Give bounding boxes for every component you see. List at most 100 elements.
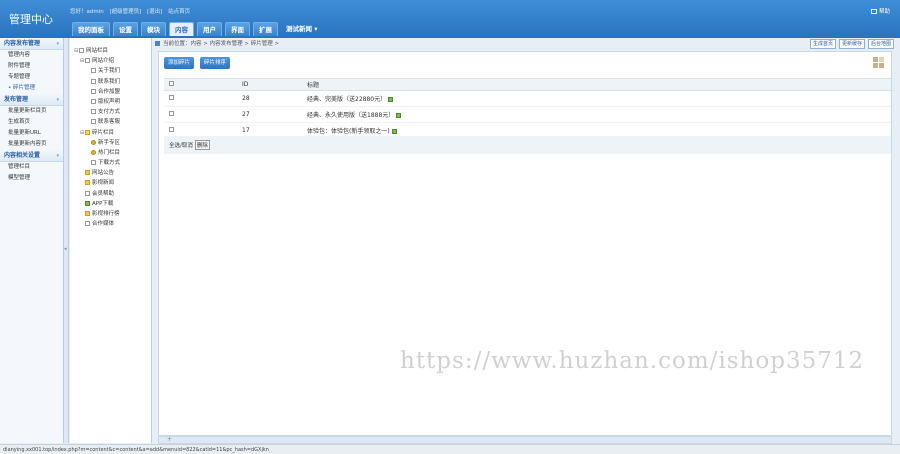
main-nav: 我的面板 设置 模块 内容 用户 界面 扩展 测试新闻 ▾ <box>72 22 323 36</box>
row-checkbox[interactable] <box>169 127 174 132</box>
dot-node-icon <box>91 139 96 145</box>
delete-button[interactable]: 删除 <box>194 140 210 150</box>
user-greeting: 您好！admin <box>70 9 104 15</box>
menu-item[interactable]: 批量更新栏目页 <box>0 106 63 117</box>
nav-tab-3[interactable]: 内容 <box>169 22 194 36</box>
edit-icon[interactable] <box>396 113 402 118</box>
tool-buttons: 生成首页 更新缓存 后台地图 <box>809 39 894 49</box>
row-checkbox[interactable] <box>169 111 174 116</box>
row-id: 28 <box>242 95 250 102</box>
watermark: https://www.huzhan.com/ishop35712 <box>400 348 865 374</box>
home-icon <box>155 41 160 46</box>
tree-node[interactable]: 下载方式 <box>70 158 151 168</box>
nav-tab-2[interactable]: 模块 <box>141 22 166 36</box>
nav-tab-6[interactable]: 扩展 <box>253 22 278 36</box>
header-id: ID <box>242 81 249 88</box>
nav-tab-5[interactable]: 界面 <box>225 22 250 36</box>
tree-node[interactable]: 影视新闻 <box>70 178 151 188</box>
menu-item[interactable]: • 碎片管理 <box>0 83 63 94</box>
user-role: [超级管理员] <box>109 9 142 15</box>
tree-node[interactable]: APP下载 <box>70 199 151 209</box>
logout-link[interactable]: [退出] <box>147 9 162 15</box>
menu-section-0[interactable]: 内容发布管理 ▾ <box>0 38 63 50</box>
breadcrumb: 当前位置：内容 > 内容发布管理 > 碎片管理 > <box>155 39 895 50</box>
menu-item[interactable]: 批量更新内容页 <box>0 139 63 150</box>
user-bar: 您好！admin [超级管理员] [退出] 站点首页 <box>70 7 194 15</box>
grid-view-icon[interactable] <box>873 57 884 68</box>
page-node-icon <box>91 109 96 115</box>
menu-item[interactable]: 专题管理 <box>0 72 63 83</box>
page-node-icon <box>85 221 90 227</box>
img-node-icon <box>85 200 90 206</box>
tree-node[interactable]: 热门栏目 <box>70 148 151 158</box>
chevron-down-icon: ▾ <box>56 97 59 103</box>
chevron-down-icon: ▾ <box>56 41 59 47</box>
page-node-icon <box>91 88 96 94</box>
page-node-icon <box>91 119 96 125</box>
tree-node[interactable]: ⊟ 碎片栏目 <box>70 128 151 138</box>
tree-node[interactable]: 网站公告 <box>70 168 151 178</box>
menu-item[interactable]: 管理内容 <box>0 50 63 61</box>
nav-tab-4[interactable]: 用户 <box>197 22 222 36</box>
page-node-icon <box>85 190 90 196</box>
row-title[interactable]: 经典、永久使用版（送1888元） <box>307 112 394 119</box>
tree-node[interactable]: ⊟ 网站栏目 <box>70 46 151 56</box>
tree-node[interactable]: 联系客服 <box>70 117 151 127</box>
page-node-icon <box>91 68 96 74</box>
site-home-link[interactable]: 站点首页 <box>168 9 190 15</box>
chevron-down-icon: ▾ <box>56 153 59 159</box>
nav-tab-7[interactable]: 测试新闻 ▾ <box>281 22 323 36</box>
top-header: 管理中心 您好！admin [超级管理员] [退出] 站点首页 帮助 我的面板设… <box>0 0 900 38</box>
sort-block-button[interactable]: 碎片排序 <box>200 57 231 69</box>
tree-node[interactable]: 版权声明 <box>70 97 151 107</box>
folder-node-icon <box>85 180 90 186</box>
menu-item[interactable]: 附件管理 <box>0 61 63 72</box>
edit-icon[interactable] <box>388 97 394 102</box>
menu-section-2[interactable]: 内容相关设置 ▾ <box>0 150 63 162</box>
menu-item[interactable]: 生成首页 <box>0 117 63 128</box>
tree-node[interactable]: 联系我们 <box>70 77 151 87</box>
tree-node[interactable]: 影视排行榜 <box>70 209 151 219</box>
generate-home-button[interactable]: 生成首页 <box>809 39 836 49</box>
folder-node-icon <box>85 211 90 216</box>
menu-item[interactable]: 模型管理 <box>0 173 63 184</box>
header-title: 标题 <box>307 82 320 89</box>
add-tab-icon[interactable]: + <box>167 436 172 443</box>
row-checkbox[interactable] <box>169 95 174 100</box>
folder-node-icon <box>85 170 90 176</box>
edit-icon[interactable] <box>391 129 397 134</box>
table-header: ID 标题 <box>164 78 891 91</box>
tree-node[interactable]: 合作加盟 <box>70 87 151 97</box>
left-menu: 内容发布管理 ▾ 管理内容 附件管理 专题管理 • 碎片管理 发布管理 ▾ 批量更新栏目页 生成首… <box>0 38 64 443</box>
category-tree: ⊟ 网站栏目 ⊟ 网站介绍 关于我们 联系我们 合作加盟 版权声明 支付方式 联系客服 ⊟ 碎片栏目新… <box>70 38 152 443</box>
sidebar-collapse-bar[interactable]: ◂ <box>64 38 69 443</box>
tree-node[interactable]: 会员帮助 <box>70 189 151 199</box>
select-all-checkbox[interactable] <box>169 81 174 86</box>
page-node-icon <box>91 160 96 166</box>
tree-node[interactable]: ⊟ 网站介绍 <box>70 56 151 66</box>
select-all-link[interactable]: 全选/取消 <box>169 141 193 149</box>
add-block-button[interactable]: 添加碎片 <box>164 57 195 69</box>
admin-map-button[interactable]: 后台地图 <box>867 39 894 49</box>
help-link[interactable]: 帮助 <box>870 7 890 15</box>
page-node-icon <box>91 78 96 84</box>
row-title[interactable]: 体验包：体验包(新手领取之一) <box>307 128 390 135</box>
nav-tab-0[interactable]: 我的面板 <box>72 22 110 36</box>
menu-section-1[interactable]: 发布管理 ▾ <box>0 94 63 106</box>
update-cache-button[interactable]: 更新缓存 <box>838 39 865 49</box>
nav-tab-1[interactable]: 设置 <box>113 22 138 36</box>
browser-status-url: dianying.xx001.top/index.php?m=content&c… <box>0 444 900 454</box>
row-title[interactable]: 经典、完美版（送22880元） <box>307 96 386 103</box>
row-id: 27 <box>242 111 250 118</box>
tree-node[interactable]: 支付方式 <box>70 107 151 117</box>
tree-node[interactable]: 合作媒体 <box>70 219 151 229</box>
row-id: 17 <box>242 127 250 134</box>
menu-item[interactable]: 管理栏目 <box>0 162 63 173</box>
menu-item[interactable]: 批量更新URL <box>0 128 63 139</box>
dot-node-icon <box>91 149 96 155</box>
table-row: 28 经典、完美版（送22880元） <box>164 91 891 107</box>
table-footer: 全选/取消 删除 <box>164 136 891 154</box>
page-node-icon <box>91 98 96 104</box>
tree-node[interactable]: 新手专区 <box>70 138 151 148</box>
tree-node[interactable]: 关于我们 <box>70 66 151 76</box>
